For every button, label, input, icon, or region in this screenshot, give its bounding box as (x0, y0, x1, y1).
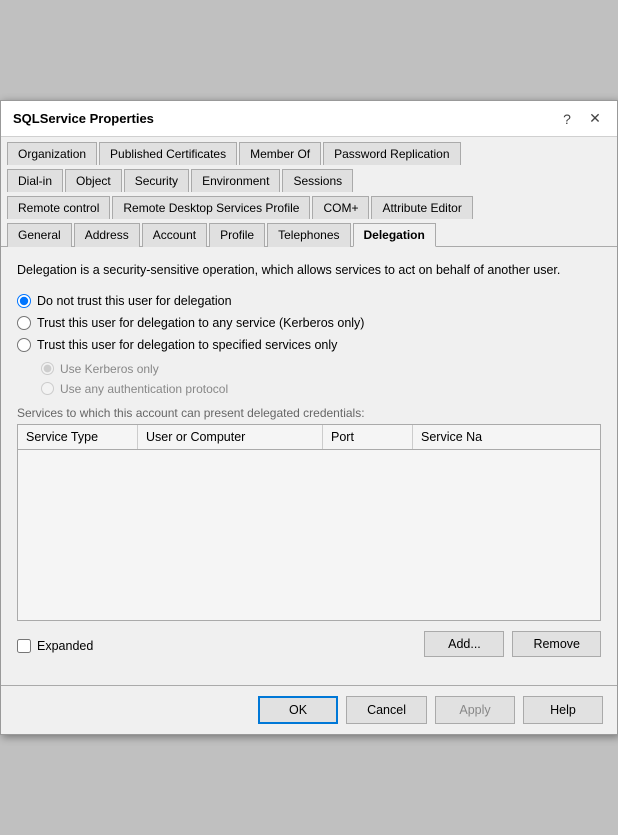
tab-row-2: Dial-in Object Security Environment Sess… (1, 164, 617, 191)
radio-trust-any[interactable]: Trust this user for delegation to any se… (17, 316, 601, 330)
radio-trust-any-input[interactable] (17, 316, 31, 330)
add-remove-buttons: Add... Remove (424, 631, 601, 657)
title-bar-controls: ? ✕ (557, 109, 605, 129)
sub-radio-kerberos-label: Use Kerberos only (60, 362, 159, 376)
ok-button[interactable]: OK (258, 696, 338, 724)
sub-radio-any-protocol: Use any authentication protocol (41, 382, 601, 396)
tab-account[interactable]: Account (142, 223, 207, 247)
tab-remote-control[interactable]: Remote control (7, 196, 110, 219)
tab-object[interactable]: Object (65, 169, 122, 192)
tab-telephones[interactable]: Telephones (267, 223, 350, 247)
tab-security[interactable]: Security (124, 169, 189, 192)
window-title: SQLService Properties (13, 111, 154, 126)
tab-sessions[interactable]: Sessions (282, 169, 353, 192)
delegation-radio-group: Do not trust this user for delegation Tr… (17, 294, 601, 352)
tab-row-3: Remote control Remote Desktop Services P… (1, 191, 617, 218)
sub-radio-kerberos-only: Use Kerberos only (41, 362, 601, 376)
sub-radio-kerberos-input (41, 362, 54, 375)
tab-member-of[interactable]: Member Of (239, 142, 321, 165)
tab-published-certificates[interactable]: Published Certificates (99, 142, 237, 165)
radio-no-trust-label: Do not trust this user for delegation (37, 294, 232, 308)
tab-attribute-editor[interactable]: Attribute Editor (371, 196, 472, 219)
sub-radio-protocol-input (41, 382, 54, 395)
sub-radio-protocol-label: Use any authentication protocol (60, 382, 228, 396)
services-table: Service Type User or Computer Port Servi… (17, 424, 601, 621)
tab-general[interactable]: General (7, 223, 72, 247)
remove-button[interactable]: Remove (512, 631, 601, 657)
help-button[interactable]: Help (523, 696, 603, 724)
apply-button[interactable]: Apply (435, 696, 515, 724)
tab-delegation[interactable]: Delegation (353, 223, 436, 247)
add-button[interactable]: Add... (424, 631, 504, 657)
close-title-button[interactable]: ✕ (585, 109, 605, 129)
expanded-checkbox-row: Expanded (17, 639, 93, 653)
cancel-button[interactable]: Cancel (346, 696, 427, 724)
delegation-description: Delegation is a security-sensitive opera… (17, 261, 601, 280)
radio-trust-specified[interactable]: Trust this user for delegation to specif… (17, 338, 601, 352)
tab-organization[interactable]: Organization (7, 142, 97, 165)
tab-profile[interactable]: Profile (209, 223, 265, 247)
radio-no-trust-input[interactable] (17, 294, 31, 308)
tab-bar: Organization Published Certificates Memb… (1, 137, 617, 247)
tab-remote-desktop[interactable]: Remote Desktop Services Profile (112, 196, 310, 219)
tab-row-1: Organization Published Certificates Memb… (1, 137, 617, 164)
tab-com[interactable]: COM+ (312, 196, 369, 219)
radio-trust-specified-input[interactable] (17, 338, 31, 352)
tab-address[interactable]: Address (74, 223, 140, 247)
title-bar: SQLService Properties ? ✕ (1, 101, 617, 137)
tab-password-replication[interactable]: Password Replication (323, 142, 460, 165)
radio-trust-any-label: Trust this user for delegation to any se… (37, 316, 364, 330)
tab-environment[interactable]: Environment (191, 169, 280, 192)
tab-dial-in[interactable]: Dial-in (7, 169, 63, 192)
bottom-bar: OK Cancel Apply Help (1, 685, 617, 734)
bottom-actions-row: Expanded Add... Remove (17, 631, 601, 667)
tab-row-4: General Address Account Profile Telephon… (1, 218, 617, 246)
expanded-label: Expanded (37, 639, 93, 653)
col-service-name: Service Na (413, 425, 600, 449)
sub-options-group: Use Kerberos only Use any authentication… (41, 362, 601, 396)
table-header: Service Type User or Computer Port Servi… (18, 425, 600, 450)
radio-no-trust[interactable]: Do not trust this user for delegation (17, 294, 601, 308)
properties-window: SQLService Properties ? ✕ Organization P… (0, 100, 618, 735)
col-service-type: Service Type (18, 425, 138, 449)
tab-content: Delegation is a security-sensitive opera… (1, 247, 617, 685)
expanded-checkbox[interactable] (17, 639, 31, 653)
table-body (18, 450, 600, 620)
radio-trust-specified-label: Trust this user for delegation to specif… (37, 338, 337, 352)
help-title-button[interactable]: ? (557, 109, 577, 129)
col-user-or-computer: User or Computer (138, 425, 323, 449)
col-port: Port (323, 425, 413, 449)
services-description-label: Services to which this account can prese… (17, 406, 601, 420)
